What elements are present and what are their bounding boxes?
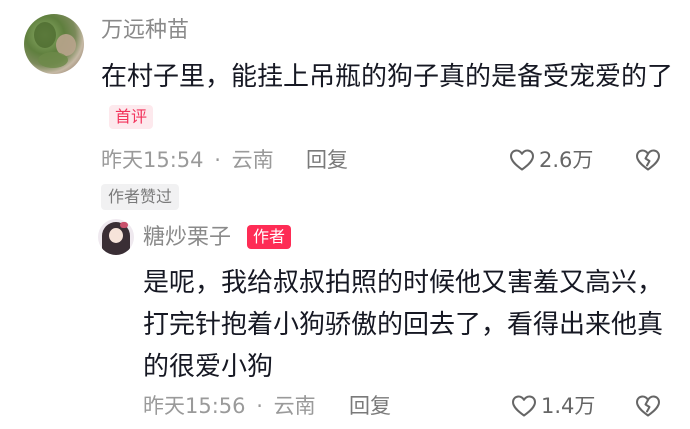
reply-meta: 昨天15:56 · 云南 bbox=[143, 392, 316, 420]
comment-meta: 昨天15:54 · 云南 bbox=[101, 146, 274, 174]
comment-text[interactable]: 在村子里，能挂上吊瓶的狗子真的是备受宠爱的了首评 bbox=[101, 56, 676, 140]
like-count: 2.6万 bbox=[539, 148, 594, 172]
like-count: 1.4万 bbox=[541, 394, 596, 418]
reply-username[interactable]: 糖炒栗子 bbox=[143, 223, 231, 253]
reply-time: 昨天15:56 bbox=[143, 394, 246, 418]
heart-outline-icon bbox=[509, 148, 535, 172]
dislike-button[interactable] bbox=[635, 148, 661, 172]
comment-username[interactable]: 万远种苗 bbox=[101, 16, 189, 46]
author-liked-badge: 作者赞过 bbox=[101, 184, 180, 210]
first-comment-badge: 首评 bbox=[109, 104, 154, 129]
reply-button[interactable]: 回复 bbox=[306, 146, 348, 174]
reply-like-button[interactable]: 1.4万 bbox=[511, 392, 595, 420]
author-badge: 作者 bbox=[247, 225, 292, 249]
reply-location: 云南 bbox=[273, 394, 316, 418]
comment-time: 昨天15:54 bbox=[101, 148, 204, 172]
comment-body: 在村子里，能挂上吊瓶的狗子真的是备受宠爱的了 bbox=[101, 62, 674, 92]
avatar[interactable] bbox=[24, 14, 84, 74]
broken-heart-icon bbox=[635, 148, 661, 172]
meta-separator: · bbox=[214, 148, 221, 172]
reply-avatar[interactable] bbox=[98, 219, 134, 255]
like-button[interactable]: 2.6万 bbox=[509, 146, 593, 174]
reply-text[interactable]: 是呢，我给叔叔拍照的时候他又害羞又高兴，打完针抱着小狗骄傲的回去了，看得出来他真… bbox=[143, 262, 663, 388]
heart-outline-icon bbox=[511, 394, 537, 418]
broken-heart-icon bbox=[635, 394, 661, 418]
meta-separator: · bbox=[256, 394, 263, 418]
reply-dislike-button[interactable] bbox=[635, 394, 661, 418]
reply-reply-button[interactable]: 回复 bbox=[349, 392, 391, 420]
comment-thread: 万远种苗 在村子里，能挂上吊瓶的狗子真的是备受宠爱的了首评 昨天15:54 · … bbox=[0, 0, 690, 429]
comment-location: 云南 bbox=[231, 148, 274, 172]
